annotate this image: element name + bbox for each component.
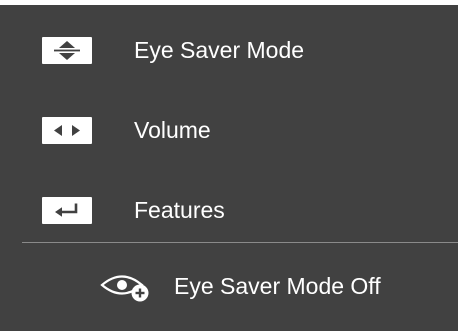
eye-saver-icon	[98, 270, 160, 302]
menu-item-label: Eye Saver Mode	[134, 37, 305, 63]
left-right-arrows-icon	[42, 116, 92, 144]
eye-saver-status: Eye Saver Mode Off	[98, 270, 381, 302]
up-down-arrows-icon	[42, 36, 92, 64]
menu-item-label: Features	[134, 197, 225, 223]
panel-top-edge	[0, 0, 465, 5]
menu-divider	[22, 242, 458, 243]
enter-return-icon	[42, 196, 92, 224]
menu-item-eye-saver-mode[interactable]: Eye Saver Mode	[42, 35, 304, 65]
panel-right-edge	[458, 0, 465, 331]
menu-item-volume[interactable]: Volume	[42, 115, 211, 145]
eye-saver-status-label: Eye Saver Mode Off	[174, 273, 381, 299]
menu-item-features[interactable]: Features	[42, 195, 225, 225]
menu-item-label: Volume	[134, 117, 211, 143]
osd-menu-panel: Eye Saver Mode Volume Features Eye Saver…	[0, 0, 465, 331]
